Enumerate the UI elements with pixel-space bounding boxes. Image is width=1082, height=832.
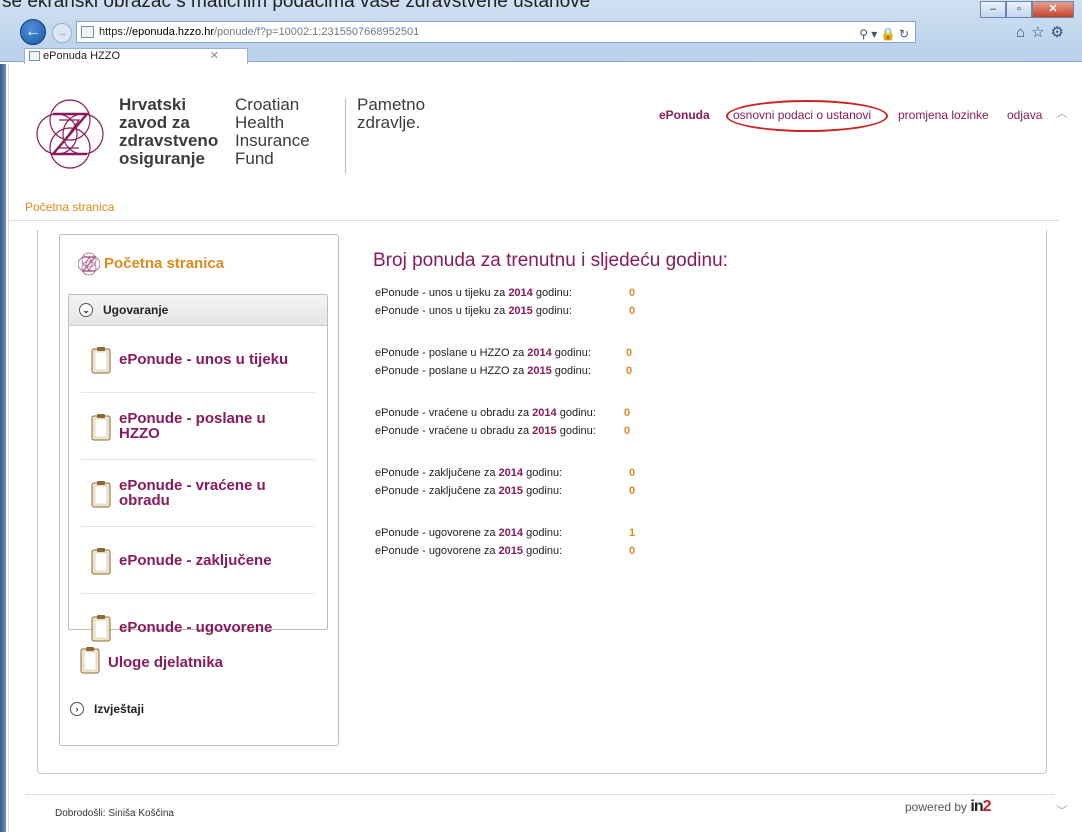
stat-value: 0: [624, 425, 631, 437]
sidebar-item-poslane[interactable]: ePonude - poslane u HZZO: [81, 393, 315, 460]
web-page: ︿ ﹀ Hrvatski zavod za zdravstveno osiguranj…: [8, 64, 1072, 832]
home-logo-icon: [78, 252, 100, 276]
powered-by: powered by in2: [905, 798, 992, 816]
highlight-ellipse-annotation: [726, 100, 888, 132]
stat-year: 2015: [532, 425, 557, 437]
stat-value: 0: [629, 467, 636, 479]
url-path: /ponude/f?p=10002:1:2315507668952501: [213, 26, 420, 38]
sidebar-item-label: ePonude - zaključene: [119, 552, 272, 569]
address-tools-icons[interactable]: ⚲ ▾ 🔒 ↻: [859, 24, 909, 44]
tab-favicon-icon: [29, 51, 40, 61]
stat-value: 1: [629, 527, 636, 539]
clipboard-icon: [91, 414, 111, 441]
sidebar-item-unos[interactable]: ePonude - unos u tijeku: [81, 326, 315, 393]
sidebar-home-link[interactable]: Početna stranica: [78, 252, 225, 276]
stat-label: ePonude - vraćene u obradu za 2014 godin…: [375, 407, 596, 419]
clipboard-icon: [91, 548, 111, 575]
url-host: eponuda.hzzo.hr: [132, 26, 214, 38]
chevron-down-icon[interactable]: ⌄: [79, 303, 93, 317]
nav-change-password[interactable]: promjena lozinke: [898, 108, 989, 122]
accordion-ugovaranje: ⌄ Ugovaranje ePonude - unos u tijeku ePo…: [68, 294, 328, 642]
page-title: Broj ponuda za trenutnu i sljedeću godin…: [373, 250, 728, 271]
stat-year: 2014: [527, 347, 552, 359]
stat-label: ePonude - ugovorene za 2015 godinu:: [375, 545, 563, 557]
in2-logo: in2: [970, 798, 991, 815]
hzzo-logo: [36, 99, 104, 169]
stat-year: 2015: [498, 545, 524, 557]
stat-value: 0: [626, 347, 633, 359]
accordion-header-label: Ugovaranje: [103, 303, 169, 317]
stat-year: 2014: [508, 287, 533, 299]
page-icon: [81, 26, 94, 38]
stat-year: 2015: [498, 485, 524, 497]
breadcrumb-divider: [9, 220, 1059, 221]
tagline: Pametno zdravlje.: [357, 95, 426, 132]
stat-value: 0: [626, 365, 633, 377]
stat-label: ePonude - poslane u HZZO za 2014 godinu:: [375, 347, 591, 359]
accordion-header-label: Izvještaji: [94, 702, 145, 716]
address-bar[interactable]: https://eponuda.hzzo.hr/ponude/f?p=10002…: [76, 21, 916, 43]
accordion-header-izvjestaji[interactable]: › Izvještaji: [70, 701, 144, 717]
sidebar-home-label: Početna stranica: [104, 255, 225, 272]
stat-value: 0: [624, 407, 631, 419]
header-divider: [345, 98, 346, 174]
stat-year: 2015: [508, 305, 533, 317]
sidebar-item-label: ePonude - ugovorene: [119, 619, 273, 636]
org-name-croatian: Hrvatski zavod za zdravstveno osiguranje: [119, 95, 219, 168]
welcome-user: Dobrodošli: Siniša Koščina: [55, 808, 174, 819]
breadcrumb[interactable]: Početna stranica: [25, 200, 114, 214]
footer-divider: [25, 794, 1055, 795]
sidebar-item-zakljucene[interactable]: ePonude - zaključene: [81, 527, 315, 594]
settings-gear-icon[interactable]: ⚙: [1051, 24, 1070, 41]
stat-label: ePonude - unos u tijeku za 2015 godinu:: [375, 305, 572, 317]
stat-label: ePonude - unos u tijeku za 2014 godinu:: [375, 287, 572, 299]
clipboard-icon: [80, 647, 100, 674]
powered-by-label: powered by: [905, 800, 968, 814]
tab-title: ePonuda HZZO: [43, 50, 121, 62]
sidebar-item-roles[interactable]: Uloge djelatnika: [68, 640, 328, 684]
clipboard-icon: [91, 481, 111, 508]
url-scheme: https://: [99, 26, 133, 38]
browser-tab[interactable]: ePonuda HZZO ✕: [24, 48, 248, 64]
scroll-down-icon[interactable]: ﹀: [1056, 802, 1068, 819]
stat-value: 0: [629, 305, 636, 317]
browser-toolbar: ← → https://eponuda.hzzo.hr/ponude/f?p=1…: [0, 15, 1082, 47]
chevron-right-icon[interactable]: ›: [70, 702, 84, 716]
scroll-up-icon[interactable]: ︿: [1056, 104, 1068, 121]
nav-eponuda[interactable]: ePonuda: [659, 108, 710, 122]
sidebar-item-label: ePonude - vraćene u obradu: [119, 477, 266, 509]
sidebar-item-label: Uloge djelatnika: [108, 654, 224, 671]
clipboard-icon: [91, 615, 111, 642]
stat-label: ePonude - ugovorene za 2014 godinu:: [375, 527, 563, 539]
stat-label: ePonude - zaključene za 2015 godinu:: [375, 485, 563, 497]
stat-year: 2014: [498, 527, 524, 539]
sidebar-item-label: ePonude - poslane u HZZO: [119, 410, 266, 442]
stat-value: 0: [629, 287, 636, 299]
home-icon[interactable]: ⌂: [1016, 24, 1031, 41]
stat-value: 0: [629, 545, 636, 557]
forward-arrow-icon[interactable]: →: [52, 23, 72, 43]
nav-logout[interactable]: odjava: [1007, 108, 1042, 122]
stat-label: ePonude - vraćene u obradu za 2015 godin…: [375, 425, 596, 437]
accordion-header-ugovaranje[interactable]: ⌄ Ugovaranje: [69, 295, 327, 326]
sidebar-item-label: ePonude - unos u tijeku: [119, 351, 289, 368]
stat-year: 2014: [498, 467, 524, 479]
toolbar-icons[interactable]: ⌂☆⚙: [1016, 23, 1070, 41]
stat-year: 2014: [532, 407, 557, 419]
favorites-star-icon[interactable]: ☆: [1031, 24, 1050, 41]
document-caption: se ekranski obrazac s matičnim podacima …: [2, 0, 591, 12]
stat-label: ePonude - poslane u HZZO za 2015 godinu:: [375, 365, 591, 377]
clipboard-icon: [91, 347, 111, 374]
back-arrow-icon[interactable]: ←: [20, 19, 46, 45]
sidebar-item-vracene[interactable]: ePonude - vraćene u obradu: [81, 460, 315, 527]
sidebar: Početna stranica ⌄ Ugovaranje ePonude - …: [59, 234, 339, 746]
stat-label: ePonude - zaključene za 2014 godinu:: [375, 467, 563, 479]
window-left-edge: [0, 64, 6, 832]
stat-value: 0: [629, 485, 636, 497]
stat-year: 2015: [527, 365, 552, 377]
org-name-english: Croatian Health Insurance Fund: [235, 95, 310, 168]
tab-close-icon[interactable]: ✕: [210, 49, 219, 63]
